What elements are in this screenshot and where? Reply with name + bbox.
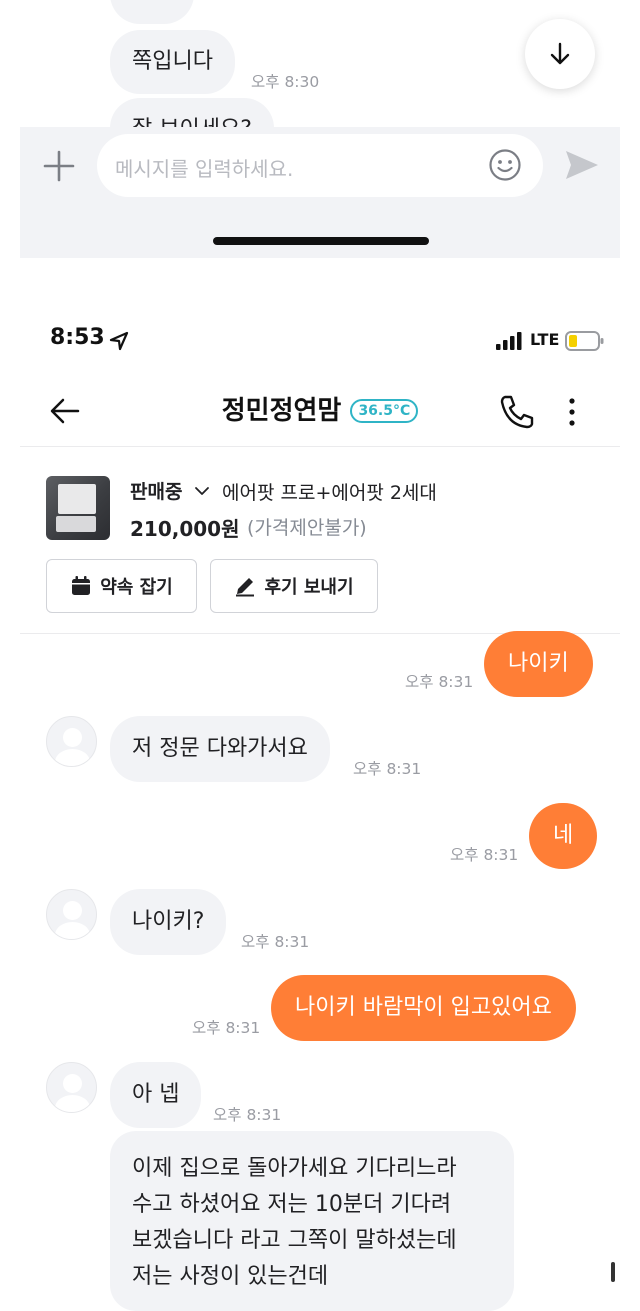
sale-status-label: 판매중 [130, 481, 183, 503]
partner-avatar[interactable] [46, 716, 97, 767]
message-text: 저 정문 다와가서요 [132, 736, 308, 761]
partner-avatar[interactable] [46, 1062, 97, 1113]
partner-nickname: 정민정연맘 [221, 396, 342, 426]
message-text: 나이키? [132, 909, 205, 934]
message-text-line: 이제 집으로 돌아가세요 기다리느라 [132, 1156, 457, 1181]
message-time: 오후 8:31 [241, 933, 310, 951]
price-note: (가격제안불가) [247, 517, 367, 539]
avatar-head-shape [63, 901, 82, 920]
header-divider [20, 446, 620, 447]
product-thumbnail[interactable] [46, 476, 110, 540]
message-text-line: 수고 하셨어요 저는 10분더 기다려 [132, 1192, 452, 1217]
my-message-bubble[interactable]: 나이키 바람막이 입고있어요 [271, 975, 576, 1041]
message-text: 아 넵 [132, 1082, 180, 1107]
pencil-icon [236, 578, 255, 597]
message-input-placeholder: 메시지를 입력하세요. [115, 157, 294, 181]
partner-message-bubble[interactable]: 저 정문 다와가서요 [110, 716, 330, 782]
more-options-icon[interactable] [562, 396, 582, 428]
message-text: 들어 [132, 0, 172, 4]
message-time: 오후 8:30 [251, 73, 320, 91]
schedule-appointment-button[interactable]: 약속 잡기 [46, 559, 197, 613]
message-input[interactable]: 메시지를 입력하세요. [97, 134, 543, 197]
my-message-bubble[interactable]: 네 [529, 803, 598, 869]
message-time: 오후 8:31 [192, 1019, 261, 1037]
chat-header-title: 정민정연맘 36.5°C [0, 390, 640, 427]
plus-icon[interactable] [41, 148, 77, 184]
phone-icon[interactable] [497, 392, 537, 432]
partner-avatar[interactable] [46, 889, 97, 940]
message-text: 네 [553, 823, 574, 848]
chevron-down-icon [195, 487, 209, 495]
manner-temperature-badge: 36.5°C [350, 399, 419, 423]
home-indicator [213, 237, 429, 245]
message-bubble: 쪽입니다 [110, 30, 235, 94]
product-title[interactable]: 에어팟 프로+에어팟 2세대 [222, 478, 437, 505]
battery-icon [565, 331, 604, 351]
avatar-head-shape [63, 728, 82, 747]
message-bubble: 들어 [110, 0, 195, 24]
message-time: 오후 8:31 [450, 846, 519, 864]
message-time: 오후 8:31 [405, 673, 474, 691]
send-review-button[interactable]: 후기 보내기 [210, 559, 378, 613]
product-box-image [58, 484, 96, 514]
partner-message-bubble[interactable]: 이제 집으로 돌아가세요 기다리느라 수고 하셨어요 저는 10분더 기다려 보… [110, 1131, 514, 1311]
message-text: 나이키 바람막이 입고있어요 [295, 995, 552, 1020]
avatar-head-shape [63, 1074, 82, 1093]
partner-message-bubble[interactable]: 나이키? [110, 889, 227, 955]
message-time: 오후 8:31 [213, 1106, 282, 1124]
avatar-body-shape [55, 749, 90, 766]
message-text-line: 저는 사정이 있는건데 [132, 1264, 329, 1289]
message-text-line: 보겠습니다 라고 그쪽이 말하셨는데 [132, 1228, 457, 1253]
message-text: 쪽입니다 [132, 49, 213, 74]
message-text: 나이키 [508, 651, 569, 676]
send-icon[interactable] [563, 147, 601, 183]
schedule-button-label: 약속 잡기 [100, 577, 173, 598]
scroll-to-bottom-button[interactable] [525, 19, 595, 89]
product-box-image [56, 516, 96, 532]
partner-message-bubble[interactable]: 아 넵 [110, 1062, 202, 1128]
network-type: LTE [530, 330, 560, 349]
previous-chat-fragment: 들어 쪽입니다 오후 8:30 잘 보이세요? 메시지를 입력하세요. [0, 0, 640, 258]
my-message-bubble[interactable]: 나이키 [484, 631, 593, 697]
emoji-icon[interactable] [488, 148, 522, 182]
calendar-icon [72, 576, 91, 595]
product-price: 210,000원 [130, 517, 240, 541]
location-arrow-icon [109, 331, 129, 351]
avatar-body-shape [55, 1095, 90, 1112]
status-time: 8:53 [50, 325, 105, 350]
scrollbar-thumb[interactable] [611, 1262, 615, 1282]
signal-icon [496, 332, 522, 350]
message-time: 오후 8:31 [353, 760, 422, 778]
avatar-body-shape [55, 922, 90, 939]
review-button-label: 후기 보내기 [264, 577, 354, 598]
sale-status-dropdown[interactable]: 판매중 [130, 477, 211, 504]
arrow-down-icon [550, 42, 570, 65]
